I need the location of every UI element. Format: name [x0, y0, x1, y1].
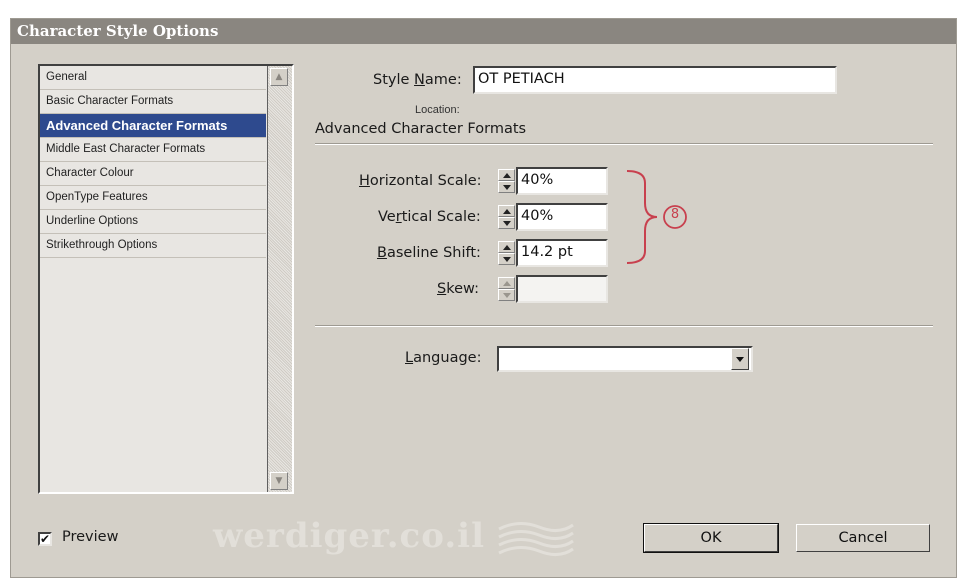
skew-decrement [498, 289, 515, 301]
language-dropdown-button[interactable] [731, 348, 749, 370]
watermark-logo-icon [498, 522, 574, 556]
category-item-character-colour[interactable]: Character Colour [40, 162, 266, 186]
baseline-shift-label: Baseline Shift: [377, 245, 481, 261]
language-select[interactable] [497, 346, 753, 372]
dialog-title: Character Style Options [11, 19, 956, 44]
arrow-up-icon [503, 281, 511, 286]
style-name-input[interactable]: OT PETIACH [473, 66, 837, 94]
location-label: Location: [415, 104, 460, 116]
category-item-general[interactable]: General [40, 66, 266, 90]
skew-increment [498, 277, 515, 289]
baseline-shift-increment[interactable] [498, 241, 515, 253]
chevron-down-icon [736, 357, 744, 362]
vertical-scale-label: Vertical Scale: [378, 209, 481, 225]
cancel-button[interactable]: Cancel [796, 524, 930, 552]
list-scrollbar[interactable]: ▲ ▼ [268, 66, 292, 492]
category-item-advanced-character-formats[interactable]: Advanced Character Formats [40, 114, 266, 138]
skew-label: Skew: [437, 281, 479, 297]
skew-input [516, 275, 608, 303]
category-list-items: General Basic Character Formats Advanced… [40, 66, 268, 492]
scroll-down-icon: ▼ [275, 476, 283, 486]
character-style-options-dialog: Character Style Options General Basic Ch… [10, 18, 957, 578]
baseline-shift-decrement[interactable] [498, 253, 515, 265]
arrow-down-icon [503, 293, 511, 298]
language-label: Language: [405, 350, 482, 366]
horizontal-scale-label: Horizontal Scale: [359, 173, 482, 189]
arrow-up-icon [503, 173, 511, 178]
arrow-up-icon [503, 209, 511, 214]
scroll-up-icon: ▲ [275, 72, 283, 82]
vertical-scale-decrement[interactable] [498, 217, 515, 229]
watermark-text: werdiger.co.il [213, 516, 485, 556]
language-divider [315, 325, 933, 327]
ok-button[interactable]: OK [643, 523, 779, 553]
scroll-up-button[interactable]: ▲ [270, 68, 288, 86]
arrow-down-icon [503, 185, 511, 190]
annotation-brace-icon [626, 170, 687, 264]
category-item-underline-options[interactable]: Underline Options [40, 210, 266, 234]
horizontal-scale-increment[interactable] [498, 169, 515, 181]
preview-label: Preview [62, 529, 119, 545]
category-list[interactable]: General Basic Character Formats Advanced… [38, 64, 294, 494]
skew-stepper [498, 276, 516, 302]
category-item-strikethrough-options[interactable]: Strikethrough Options [40, 234, 266, 258]
style-name-label: Style Name: [373, 72, 462, 88]
scroll-down-button[interactable]: ▼ [270, 472, 288, 490]
horizontal-scale-stepper[interactable] [498, 168, 516, 194]
annotation-number: 8 [670, 207, 680, 222]
section-divider [315, 143, 933, 145]
arrow-down-icon [503, 221, 511, 226]
section-title: Advanced Character Formats [315, 121, 527, 137]
vertical-scale-increment[interactable] [498, 205, 515, 217]
category-item-basic-character-formats[interactable]: Basic Character Formats [40, 90, 266, 114]
vertical-scale-stepper[interactable] [498, 204, 516, 230]
horizontal-scale-input[interactable]: 40% [516, 167, 608, 195]
category-item-middle-east-character-formats[interactable]: Middle East Character Formats [40, 138, 266, 162]
baseline-shift-input[interactable]: 14.2 pt [516, 239, 608, 267]
vertical-scale-input[interactable]: 40% [516, 203, 608, 231]
arrow-down-icon [503, 257, 511, 262]
arrow-up-icon [503, 245, 511, 250]
category-item-opentype-features[interactable]: OpenType Features [40, 186, 266, 210]
preview-checkbox[interactable]: ✔ [38, 532, 52, 546]
horizontal-scale-decrement[interactable] [498, 181, 515, 193]
baseline-shift-stepper[interactable] [498, 240, 516, 266]
